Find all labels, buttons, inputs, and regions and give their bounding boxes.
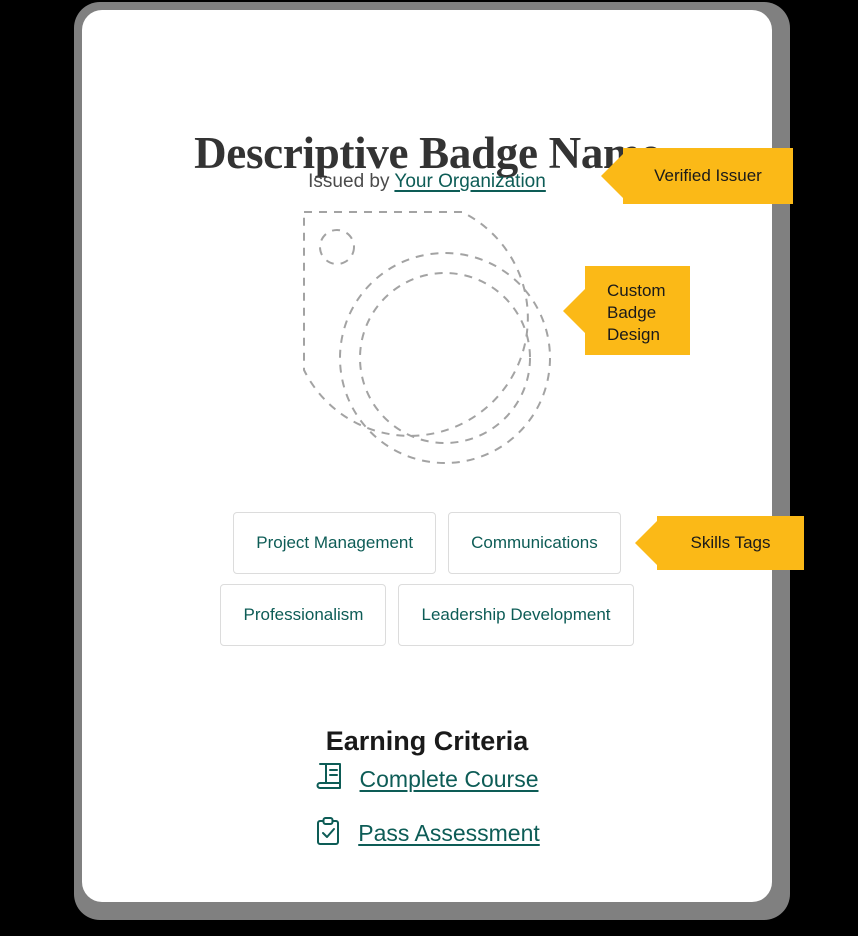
earning-criteria-list: Complete Course Pass Assessment <box>82 752 772 860</box>
criteria-link-label[interactable]: Pass Assessment <box>358 819 540 847</box>
badge-card: Descriptive Badge Name Issued by Your Or… <box>82 10 772 902</box>
badge-placeholder-icon <box>303 211 551 464</box>
callout-verified-issuer: Verified Issuer <box>623 148 793 204</box>
criteria-item-pass-assessment[interactable]: Pass Assessment <box>82 806 772 860</box>
clipboard-check-icon <box>314 816 342 851</box>
skill-tag[interactable]: Professionalism <box>220 584 387 646</box>
screenshot-root: Descriptive Badge Name Issued by Your Or… <box>0 0 858 936</box>
skill-tag[interactable]: Leadership Development <box>398 584 634 646</box>
callout-label-line-1: Custom <box>607 281 666 300</box>
issuer-link[interactable]: Your Organization <box>394 171 545 192</box>
badge-artwork-placeholder <box>302 210 582 495</box>
book-icon <box>316 762 344 797</box>
callout-label: Verified Issuer <box>654 166 762 185</box>
callout-label-line-3: Design <box>607 325 660 344</box>
callout-skills-tags: Skills Tags <box>657 516 804 570</box>
issued-by-label: Issued by <box>308 171 390 192</box>
skill-tag[interactable]: Communications <box>448 512 621 574</box>
skills-tag-row: Project Management Communications <box>142 512 712 574</box>
callout-custom-badge-design: Custom Badge Design <box>585 266 690 355</box>
criteria-item-complete-course[interactable]: Complete Course <box>82 752 772 806</box>
criteria-link-label[interactable]: Complete Course <box>360 765 539 793</box>
skill-tag[interactable]: Project Management <box>233 512 437 574</box>
callout-label-line-2: Badge <box>607 303 657 322</box>
skills-tag-row: Professionalism Leadership Development <box>142 584 712 646</box>
callout-label: Skills Tags <box>690 533 771 552</box>
skills-tag-list: Project Management Communications Profes… <box>142 512 712 656</box>
